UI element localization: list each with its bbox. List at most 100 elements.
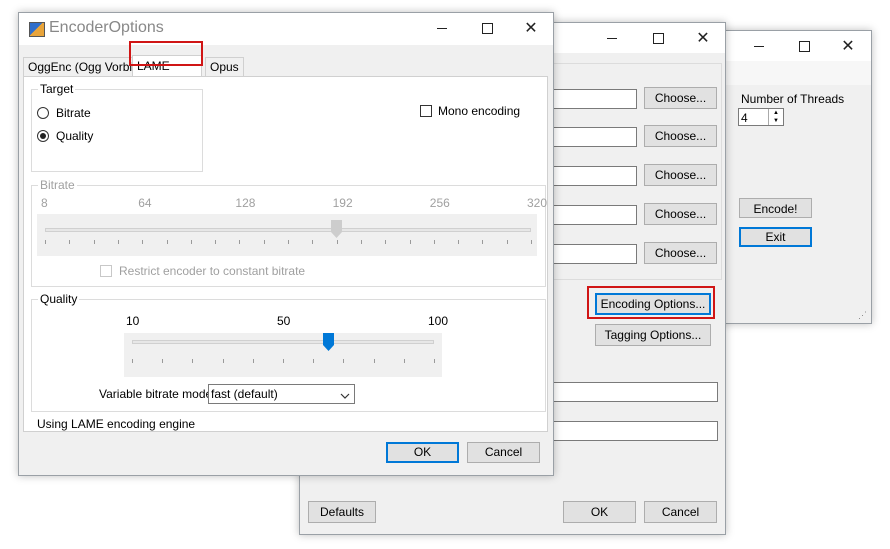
main-ok-button[interactable]: OK [563, 501, 636, 523]
dialog-ok-button[interactable]: OK [386, 442, 459, 463]
slider-tick [162, 359, 164, 363]
bitrate-slider-thumb[interactable] [331, 220, 343, 238]
quality-radio-label[interactable]: Quality [56, 129, 93, 143]
bitrate-radio[interactable] [37, 107, 49, 119]
bitrate-group-title: Bitrate [38, 178, 77, 192]
slider-tick [190, 240, 192, 244]
slider-tick [373, 359, 375, 363]
vbr-mode-value: fast (default) [211, 387, 278, 401]
mono-encoding-label[interactable]: Mono encoding [438, 104, 520, 118]
bitrate-tick-labels: 8 64 128 192 256 320 [32, 196, 548, 210]
back-toolbar-strip [701, 61, 871, 85]
tick-label: 100 [428, 314, 449, 328]
choose-button-4[interactable]: Choose... [644, 203, 717, 225]
slider-tick [192, 359, 194, 363]
chevron-down-icon [340, 389, 350, 403]
slider-tick [45, 240, 46, 244]
file-path-input-1[interactable] [553, 89, 637, 109]
quality-tick-labels: 10 50 100 [32, 314, 545, 328]
slider-tick [403, 359, 405, 363]
encoding-options-button[interactable]: Encoding Options... [595, 293, 711, 315]
quality-radio[interactable] [37, 130, 49, 142]
slider-tick [506, 240, 508, 244]
threads-label: Number of Threads [741, 92, 845, 106]
output-field-1[interactable] [553, 382, 718, 402]
bitrate-slider[interactable] [37, 214, 537, 256]
main-close-button[interactable]: ✕ [680, 23, 726, 53]
slider-tick [482, 240, 484, 244]
slider-tick [239, 240, 241, 244]
slider-tick [166, 240, 168, 244]
dialog-maximize-button[interactable] [464, 13, 510, 43]
lame-tab-page: Target Bitrate Quality Mono encoding Bit… [23, 76, 548, 432]
defaults-button[interactable]: Defaults [308, 501, 376, 523]
back-minimize-button[interactable] [736, 31, 782, 61]
output-field-2[interactable] [553, 421, 718, 441]
slider-tick [69, 240, 71, 244]
main-cancel-button[interactable]: Cancel [644, 501, 717, 523]
tick-label: 320 [527, 196, 548, 210]
quality-slider-thumb[interactable] [322, 333, 334, 351]
slider-tick [313, 359, 315, 363]
bitrate-slider-track [45, 228, 531, 232]
target-group: Target Bitrate Quality [31, 82, 203, 172]
slider-tick [117, 240, 119, 244]
resize-grip[interactable]: ⋰ [858, 310, 867, 321]
file-path-input-2[interactable] [553, 127, 637, 147]
file-path-input-5[interactable] [553, 244, 637, 264]
dialog-cancel-button[interactable]: Cancel [467, 442, 540, 463]
slider-tick [283, 359, 284, 363]
slider-tick [385, 240, 387, 244]
quality-slider-track [132, 340, 434, 344]
tab-opus[interactable]: Opus [205, 57, 244, 76]
bitrate-group: Bitrate 8 64 128 192 256 320 Restrict encoder… [31, 178, 548, 287]
engine-note: Using LAME encoding engine [37, 417, 196, 431]
file-path-input-4[interactable] [553, 205, 637, 225]
choose-button-2[interactable]: Choose... [644, 125, 717, 147]
threads-spinner[interactable]: 4 ▲ ▼ [738, 108, 784, 126]
mono-encoding-checkbox[interactable] [420, 105, 432, 117]
quality-group-title: Quality [38, 292, 80, 306]
main-minimize-button[interactable] [589, 23, 635, 53]
tick-label: 8 [41, 196, 48, 210]
back-maximize-button[interactable] [781, 31, 827, 61]
slider-tick [288, 240, 289, 244]
slider-tick [343, 359, 345, 363]
tick-label: 128 [235, 196, 256, 210]
slider-tick [433, 240, 435, 244]
tick-label: 64 [138, 196, 152, 210]
vbr-mode-select[interactable]: fast (default) [208, 384, 355, 404]
slider-tick [252, 359, 254, 363]
choose-button-1[interactable]: Choose... [644, 87, 717, 109]
quality-slider[interactable] [124, 333, 442, 377]
tick-label: 50 [277, 314, 291, 328]
restrict-cbr-label[interactable]: Restrict encoder to constant bitrate [119, 264, 305, 278]
dialog-title: EncoderOptions [49, 19, 164, 36]
encoder-options-window: EncoderOptions ✕ OggEnc (Ogg Vorbis) LAM… [18, 12, 554, 476]
encode-button[interactable]: Encode! [739, 198, 812, 218]
slider-tick [434, 359, 435, 363]
slider-tick [336, 240, 338, 244]
tagging-options-button[interactable]: Tagging Options... [595, 324, 711, 346]
main-maximize-button[interactable] [635, 23, 681, 53]
slider-tick [312, 240, 314, 244]
exit-button[interactable]: Exit [739, 227, 812, 247]
dialog-close-button[interactable]: ✕ [508, 13, 554, 43]
slider-tick [360, 240, 362, 244]
slider-tick [531, 240, 532, 244]
slider-tick [215, 240, 217, 244]
quality-group: Quality 10 50 100 Variable bitrate mode fa… [31, 292, 546, 412]
choose-button-3[interactable]: Choose... [644, 164, 717, 186]
file-path-input-3[interactable] [553, 166, 637, 186]
back-close-button[interactable]: ✕ [825, 31, 871, 61]
bitrate-radio-label[interactable]: Bitrate [56, 106, 91, 120]
slider-tick [409, 240, 411, 244]
choose-button-5[interactable]: Choose... [644, 242, 717, 264]
slider-tick [458, 240, 460, 244]
tab-oggenc[interactable]: OggEnc (Ogg Vorbis) [23, 57, 148, 76]
vbr-mode-label: Variable bitrate mode [99, 387, 213, 401]
restrict-cbr-checkbox[interactable] [100, 265, 112, 277]
threads-spin-buttons[interactable]: ▲ ▼ [768, 109, 783, 125]
dialog-minimize-button[interactable] [419, 13, 465, 43]
tab-lame[interactable]: LAME (MP3) [132, 55, 202, 93]
